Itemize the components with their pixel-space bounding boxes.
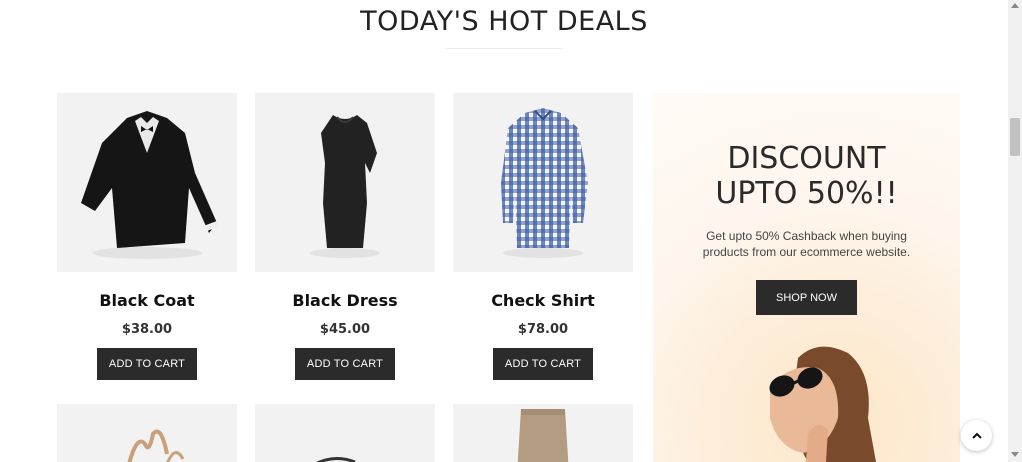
product-card: Black Coat $38.00 ADD TO CART xyxy=(57,93,237,380)
chevron-up-icon xyxy=(971,432,982,439)
product-image-row2-1[interactable] xyxy=(57,404,237,462)
shop-now-button[interactable]: SHOP NOW xyxy=(756,280,857,315)
add-to-cart-button[interactable]: ADD TO CART xyxy=(295,348,395,380)
product-price: $45.00 xyxy=(319,322,371,337)
promo-headline-line2: UPTO 50%!! xyxy=(715,176,898,211)
product-price: $38.00 xyxy=(121,322,173,337)
promo-headline-line1: DISCOUNT xyxy=(727,141,886,176)
page-scrollbar[interactable] xyxy=(1008,0,1022,462)
back-to-top-button[interactable] xyxy=(961,420,992,451)
add-to-cart-button[interactable]: ADD TO CART xyxy=(97,348,197,380)
scroll-up-arrow-icon[interactable] xyxy=(1011,2,1019,8)
product-card: Black Dress $45.00 ADD TO CART xyxy=(255,93,435,380)
section-title: TODAY'S HOT DEALS xyxy=(360,6,648,37)
woman-model-image xyxy=(769,346,876,462)
product-image-row2-3[interactable] xyxy=(453,404,633,462)
add-to-cart-button[interactable]: ADD TO CART xyxy=(493,348,593,380)
product-name[interactable]: Check Shirt xyxy=(453,291,633,310)
product-image-check-shirt[interactable] xyxy=(453,93,633,272)
product-name[interactable]: Black Coat xyxy=(57,291,237,310)
product-image-black-coat[interactable] xyxy=(57,93,237,272)
title-divider xyxy=(445,48,563,49)
product-name[interactable]: Black Dress xyxy=(255,291,435,310)
scroll-down-arrow-icon[interactable] xyxy=(1011,452,1019,458)
promo-headline: DISCOUNT UPTO 50%!! xyxy=(653,141,960,211)
product-price: $78.00 xyxy=(517,322,569,337)
product-image-black-dress[interactable] xyxy=(255,93,435,272)
product-image-row2-2[interactable] xyxy=(255,404,435,462)
product-card: Check Shirt $78.00 ADD TO CART xyxy=(453,93,633,380)
discount-promo-banner: DISCOUNT UPTO 50%!! Get upto 50% Cashbac… xyxy=(653,93,960,462)
promo-subtitle: Get upto 50% Cashback when buying produc… xyxy=(702,229,911,259)
scrollbar-thumb[interactable] xyxy=(1010,118,1020,156)
